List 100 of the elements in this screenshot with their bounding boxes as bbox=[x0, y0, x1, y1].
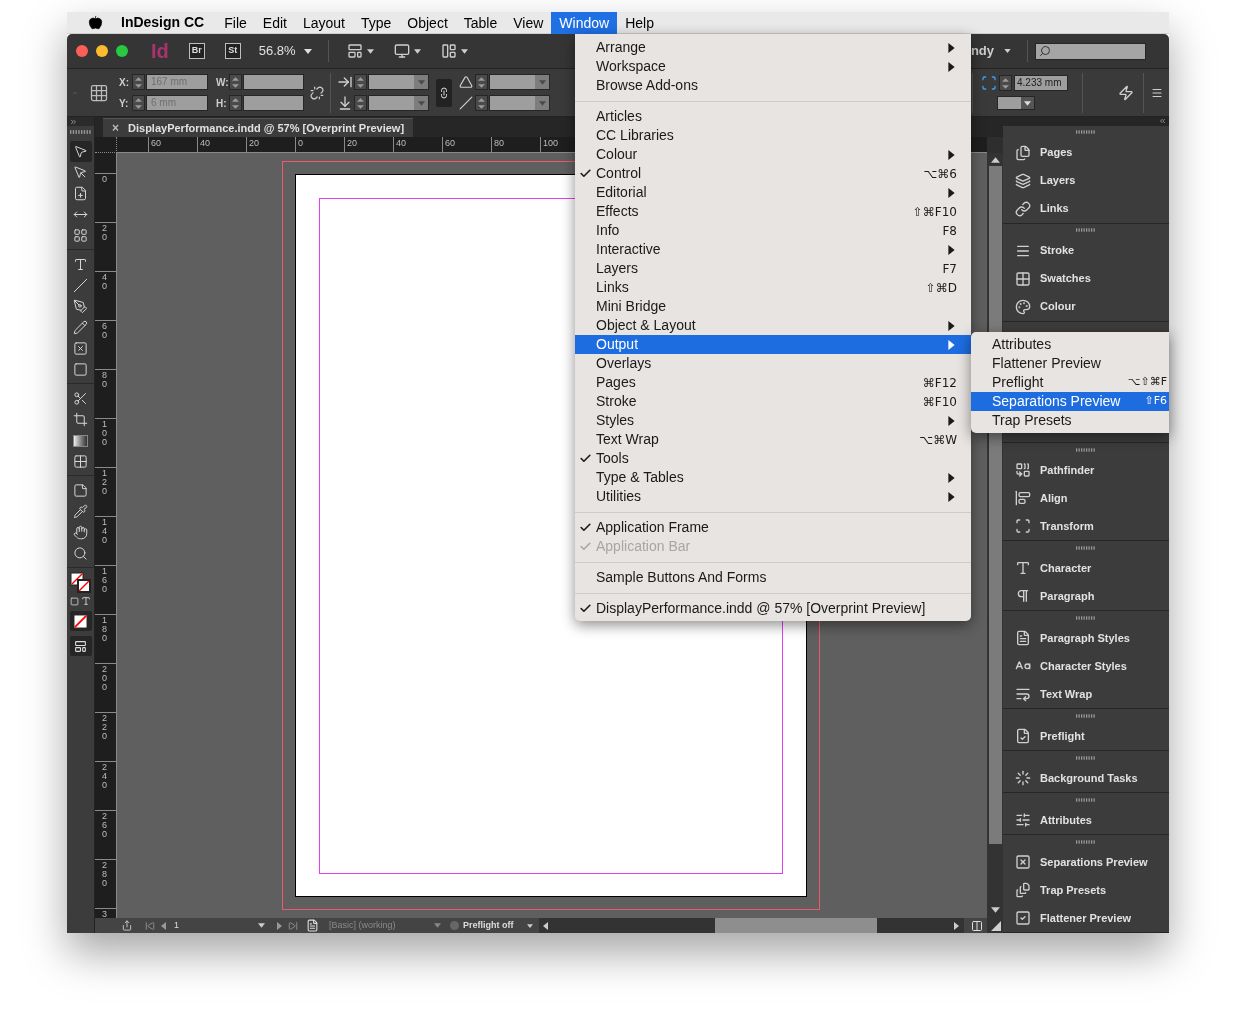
menu-item[interactable]: Sample Buttons And Forms bbox=[575, 568, 971, 587]
horizontal-scrollbar[interactable] bbox=[539, 918, 964, 933]
menu-item[interactable]: Output bbox=[575, 335, 971, 354]
formatting-container-icon[interactable] bbox=[70, 596, 79, 606]
stroke-weight-field[interactable]: 4.233 mm bbox=[1014, 75, 1068, 91]
search-icon[interactable] bbox=[73, 546, 88, 561]
panel-tab[interactable]: Separations Preview bbox=[1003, 848, 1169, 876]
menu-item[interactable]: Articles bbox=[575, 107, 971, 126]
panel-tab[interactable]: Swatches bbox=[1003, 264, 1169, 293]
type-icon[interactable] bbox=[73, 257, 88, 272]
arrow-pointer-icon[interactable] bbox=[73, 165, 88, 180]
menu-item[interactable]: Layers F7 bbox=[575, 259, 971, 278]
menu-title[interactable]: Object bbox=[399, 11, 456, 34]
pencil-icon[interactable] bbox=[73, 320, 88, 335]
menu-item[interactable]: Editorial bbox=[575, 183, 971, 202]
menu-item[interactable]: Workspace bbox=[575, 57, 971, 76]
menu-item[interactable]: Links ⇧⌘D bbox=[575, 278, 971, 297]
stepper-button[interactable] bbox=[475, 95, 488, 111]
stepper-button[interactable] bbox=[354, 95, 367, 111]
menu-title[interactable]: Type bbox=[352, 11, 400, 34]
collapse-icon[interactable] bbox=[1158, 117, 1167, 126]
app-name[interactable]: InDesign CC bbox=[121, 12, 205, 33]
grip-icon[interactable] bbox=[1076, 797, 1096, 802]
reference-point-icon[interactable] bbox=[89, 82, 109, 103]
stepper-button[interactable] bbox=[999, 75, 1012, 91]
panel-tab[interactable]: Align bbox=[1003, 484, 1169, 512]
dropdown-field[interactable] bbox=[368, 95, 429, 111]
panel-tab[interactable]: Stroke bbox=[1003, 236, 1169, 265]
close-button[interactable] bbox=[76, 45, 88, 57]
menu-item[interactable]: Stroke ⌘F10 bbox=[575, 392, 971, 411]
input-field[interactable] bbox=[243, 95, 304, 111]
apple-icon[interactable] bbox=[88, 15, 103, 30]
fill-stroke-drawing[interactable] bbox=[69, 572, 92, 594]
panel-tab[interactable]: Layers bbox=[1003, 166, 1169, 195]
menu-item[interactable]: Object & Layout bbox=[575, 316, 971, 335]
quick-apply-icon[interactable] bbox=[1118, 83, 1134, 102]
pen-icon[interactable] bbox=[73, 299, 88, 314]
menu-item[interactable]: Pages ⌘F12 bbox=[575, 373, 971, 392]
split-view-icon[interactable] bbox=[970, 919, 984, 932]
stepper-button[interactable] bbox=[229, 95, 242, 111]
formatting-text-icon[interactable] bbox=[81, 596, 91, 606]
grid-icon[interactable] bbox=[73, 228, 88, 243]
constrain-button[interactable] bbox=[436, 78, 452, 107]
menu-item[interactable]: Type & Tables bbox=[575, 468, 971, 487]
apply-none-button[interactable] bbox=[69, 611, 92, 631]
panel-tab[interactable]: Paragraph bbox=[1003, 582, 1169, 610]
menu-item[interactable]: Mini Bridge bbox=[575, 297, 971, 316]
grip-icon[interactable] bbox=[1076, 839, 1096, 844]
menu-item[interactable]: Interactive bbox=[575, 240, 971, 259]
panel-tab[interactable]: Pathfinder bbox=[1003, 456, 1169, 484]
selected-tool-button[interactable] bbox=[69, 141, 92, 162]
panel-tab[interactable]: Transform bbox=[1003, 512, 1169, 540]
grip-icon[interactable] bbox=[1076, 755, 1096, 760]
document-tab[interactable]: × DisplayPerformance.indd @ 57% [Overprint Preview] bbox=[103, 118, 414, 137]
menu-item[interactable]: Text Wrap ⌥⌘W bbox=[575, 430, 971, 449]
close-tab-button[interactable]: × bbox=[112, 119, 119, 137]
menu-item[interactable]: Control ⌥⌘6 bbox=[575, 164, 971, 183]
panel-tab[interactable]: Pages bbox=[1003, 138, 1169, 167]
panel-tab[interactable]: Paragraph Styles bbox=[1003, 624, 1169, 652]
search-field[interactable] bbox=[1035, 42, 1146, 60]
constrain-icon[interactable] bbox=[310, 84, 324, 101]
menu-item[interactable]: Info F8 bbox=[575, 221, 971, 240]
menu-item[interactable]: Arrange bbox=[575, 38, 971, 57]
dropdown-field[interactable] bbox=[489, 74, 550, 90]
menu-item[interactable]: Flattener Preview bbox=[971, 354, 1169, 373]
grip-icon[interactable] bbox=[1076, 130, 1096, 135]
stepper-button[interactable] bbox=[354, 74, 367, 90]
zoom-dropdown[interactable]: 56.8% bbox=[258, 41, 312, 61]
export-icon[interactable] bbox=[121, 920, 133, 931]
stepper-button[interactable] bbox=[475, 74, 488, 90]
menu-title[interactable]: View bbox=[505, 11, 552, 34]
menu-item[interactable]: Separations Preview ⇧F6 bbox=[971, 392, 1169, 411]
menu-item[interactable]: Tools bbox=[575, 449, 971, 468]
hand-icon[interactable] bbox=[73, 525, 88, 540]
menu-item[interactable]: Attributes bbox=[971, 335, 1169, 354]
grip-icon[interactable] bbox=[1076, 447, 1096, 452]
stepper-button[interactable] bbox=[132, 74, 145, 90]
stock-button[interactable]: St bbox=[224, 43, 241, 59]
grip-icon[interactable] bbox=[1076, 615, 1096, 620]
menu-item[interactable]: Colour bbox=[575, 145, 971, 164]
panel-tab[interactable]: Trap Presets bbox=[1003, 876, 1169, 904]
menu-item[interactable]: DisplayPerformance.indd @ 57% [Overprint Preview] bbox=[575, 599, 971, 618]
grid-icon[interactable] bbox=[73, 454, 88, 469]
stepper-button[interactable] bbox=[132, 95, 145, 111]
resize-grip-icon[interactable] bbox=[991, 921, 1001, 931]
page-icon[interactable] bbox=[306, 919, 319, 932]
crop-icon[interactable] bbox=[73, 412, 88, 427]
menu-item[interactable]: Trap Presets bbox=[971, 411, 1169, 430]
first-page-icon[interactable] bbox=[145, 920, 155, 931]
preflight-dropdown[interactable]: Preflight off bbox=[463, 918, 533, 933]
grip-icon[interactable] bbox=[69, 130, 92, 134]
panel-tab[interactable]: Character bbox=[1003, 554, 1169, 582]
note-icon[interactable] bbox=[73, 483, 88, 498]
expand-icon[interactable] bbox=[69, 117, 78, 126]
crossed-frame-icon[interactable] bbox=[73, 341, 88, 356]
menu-item[interactable]: Browse Add-ons bbox=[575, 76, 971, 95]
dropdown-field[interactable] bbox=[368, 74, 429, 90]
panel-tab[interactable]: Flattener Preview bbox=[1003, 904, 1169, 932]
menu-item[interactable]: Utilities bbox=[575, 487, 971, 506]
stepper-button[interactable] bbox=[229, 74, 242, 90]
